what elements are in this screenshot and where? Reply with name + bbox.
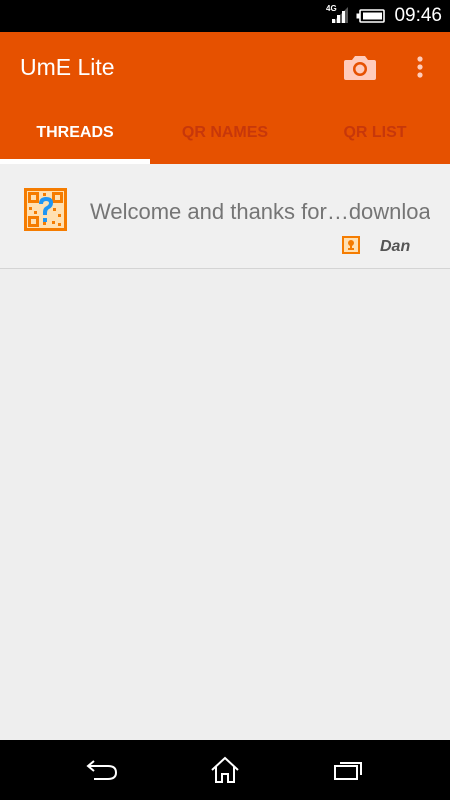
status-bar: 4G 09:46 [0,0,450,32]
camera-button[interactable] [342,49,378,85]
app-bar: UmE Lite THREADS QR NAMES QR LIST [0,32,450,164]
thread-list: Welcome and thanks for…downloading Dan [0,164,450,269]
home-button[interactable] [201,750,249,790]
home-icon [211,756,239,783]
tab-qr-names[interactable]: QR NAMES [150,102,300,164]
back-icon [86,760,117,780]
tab-qr-list[interactable]: QR LIST [300,102,450,164]
recents-icon [334,762,363,780]
camera-icon [344,56,376,80]
overflow-menu-icon [417,56,423,78]
clock: 09:46 [394,5,442,26]
signal-icon [332,7,348,23]
navigation-bar [0,740,450,800]
person-badge-icon [342,236,360,254]
tab-bar: THREADS QR NAMES QR LIST [0,102,450,164]
app-title: UmE Lite [20,54,115,80]
overflow-menu-button[interactable] [408,49,432,85]
thread-sender-name: Dan [380,238,411,255]
thread-row[interactable]: Welcome and thanks for…downloading Dan [0,164,450,269]
qr-question-icon [24,188,67,231]
recents-button[interactable] [324,750,372,790]
battery-icon [356,9,385,23]
back-button[interactable] [78,750,126,790]
thread-message-preview: Welcome and thanks for…downloading [90,199,430,224]
tab-threads[interactable]: THREADS [0,102,150,164]
